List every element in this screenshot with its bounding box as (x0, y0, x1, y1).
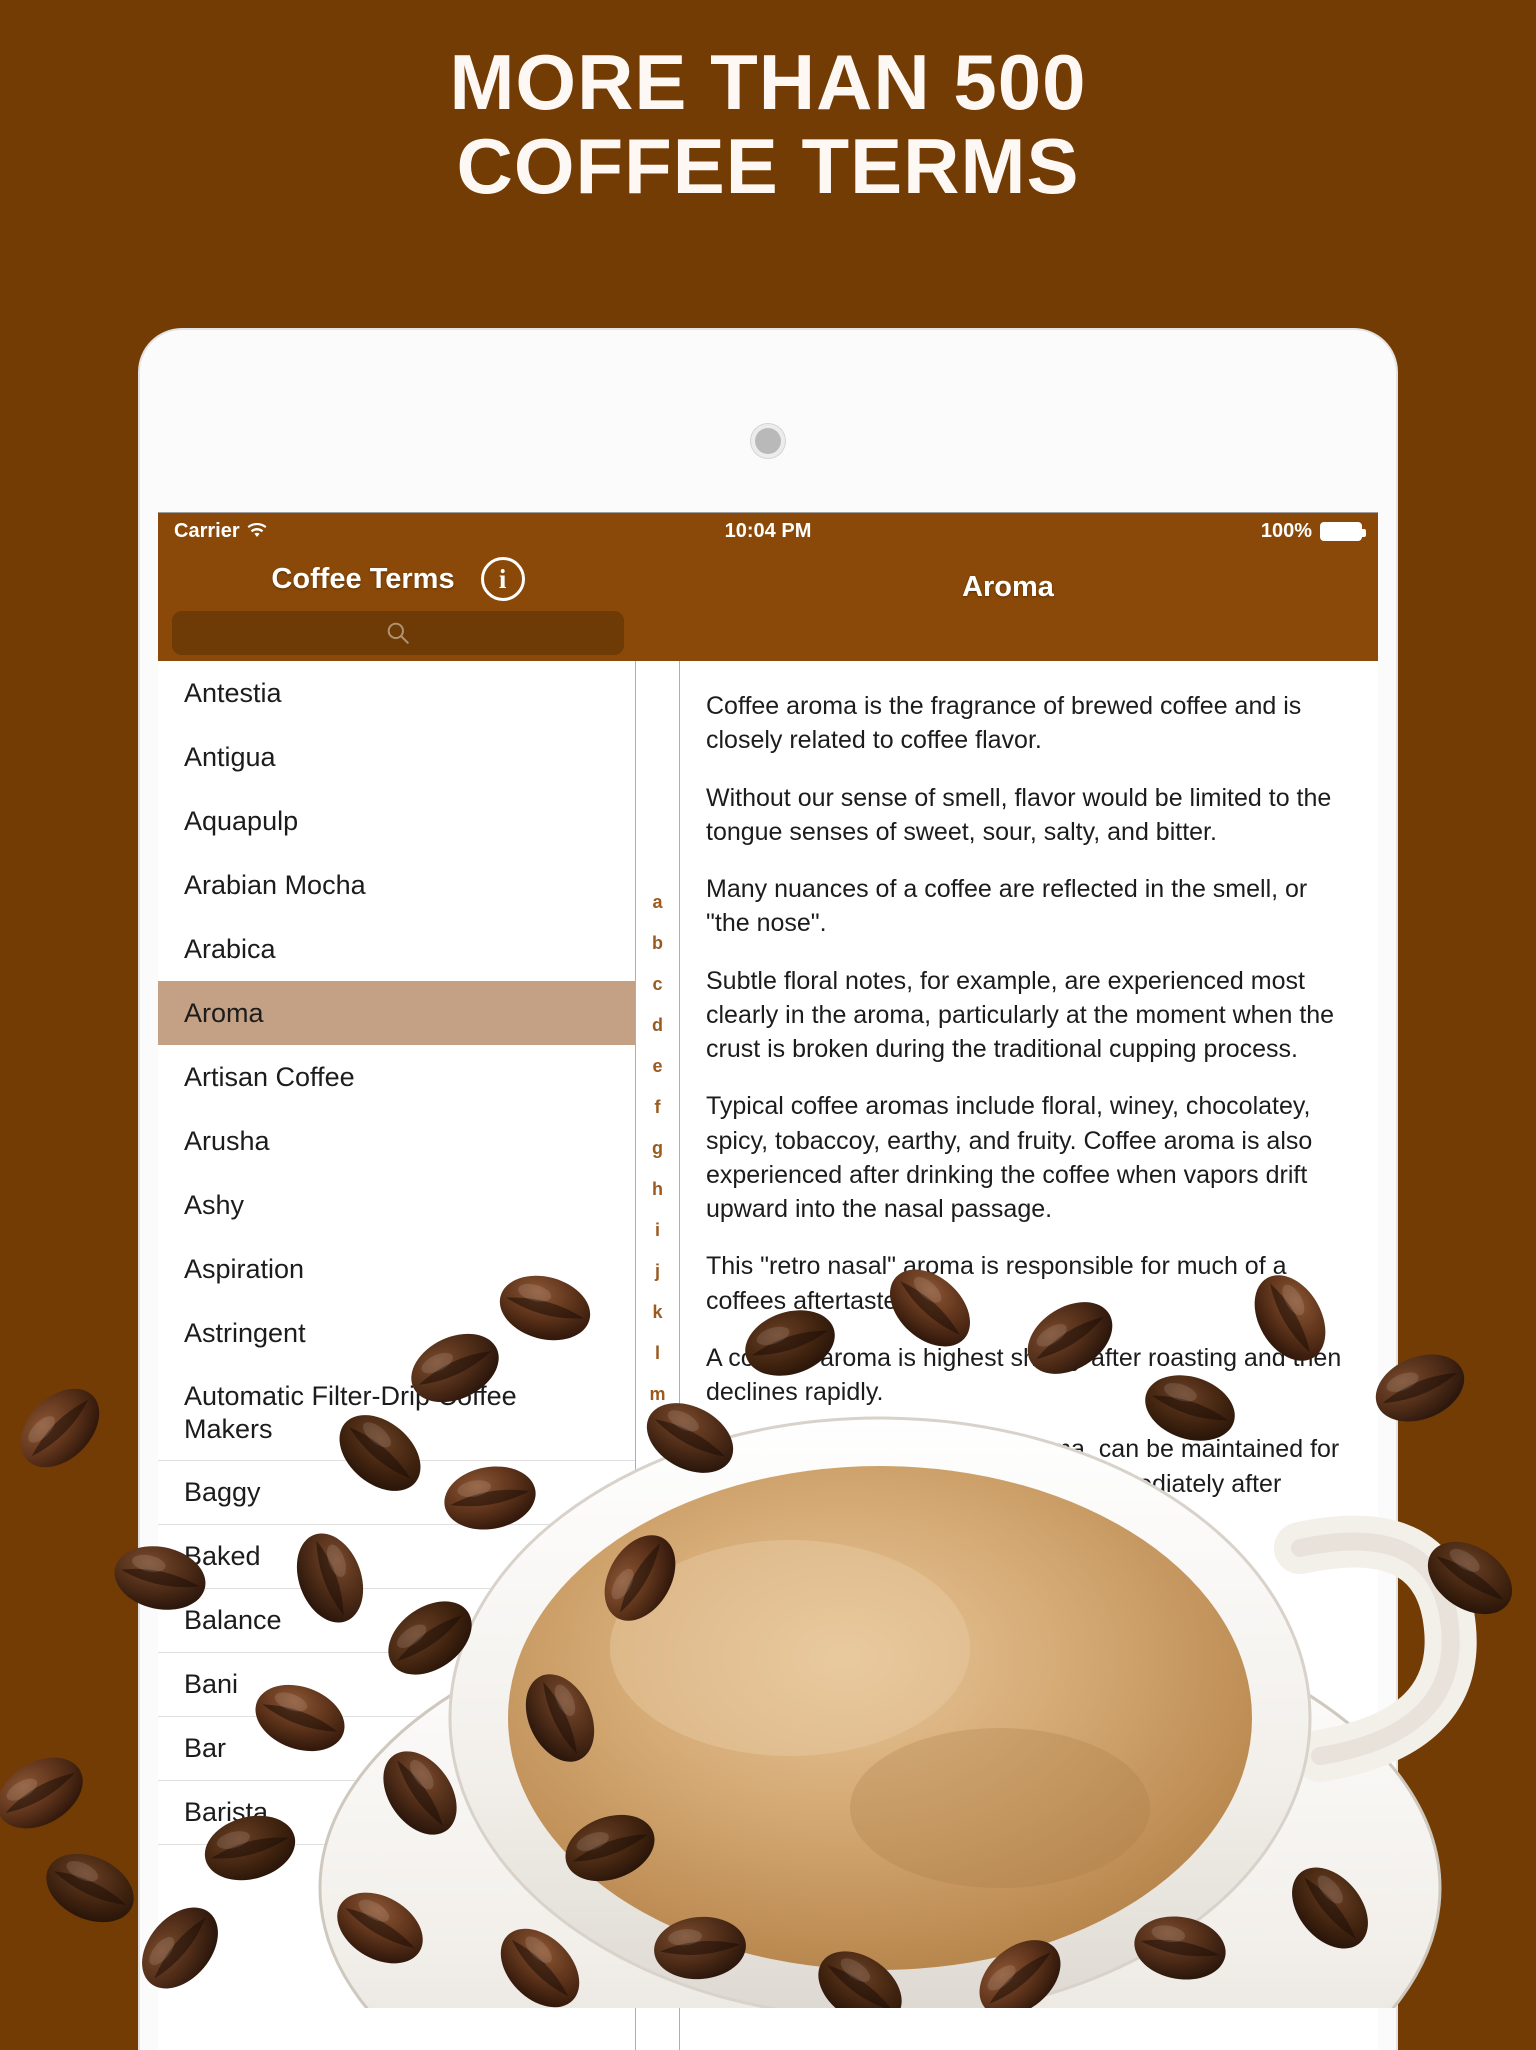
device-screen: Carrier 10:04 PM 100% Coffee Terms i Aro… (158, 512, 1378, 2050)
status-bar: Carrier 10:04 PM 100% (158, 513, 1378, 549)
detail-paragraph: Subtle floral notes, for example, are ex… (706, 966, 1335, 1064)
list-item[interactable]: Antestia (158, 661, 635, 725)
detail-paragraph: Typical coffee aromas include floral, wi… (706, 1092, 1313, 1223)
status-bar-right: 100% (1260, 519, 1366, 543)
list-item[interactable]: Aroma (158, 981, 635, 1045)
battery-percent-label: 100% (1260, 519, 1312, 542)
detail-paragraph: Coffee aroma is the fragrance of brewed … (706, 692, 1302, 755)
detail-paragraph: Without our sense of smell, flavor would… (706, 783, 1332, 846)
index-letter[interactable]: u (652, 1713, 663, 1731)
index-letter[interactable]: m (649, 1385, 665, 1403)
detail-paragraph: Many nuances of a coffee are reflected i… (706, 875, 1308, 938)
nav-bar: Coffee Terms i Aroma (158, 549, 1378, 661)
index-letter[interactable]: j (655, 1262, 660, 1280)
list-item[interactable]: Artisan Coffee (158, 1045, 635, 1109)
battery-full-icon (1320, 521, 1366, 541)
list-item[interactable]: Barista (158, 1781, 635, 1845)
index-letter[interactable]: s (652, 1631, 662, 1649)
detail-paragraph: A coffee's aroma is highest shortly afte… (706, 1343, 1342, 1406)
list-item[interactable]: Bar (158, 1717, 635, 1781)
index-letter[interactable]: a (652, 893, 662, 911)
home-button[interactable] (755, 428, 781, 454)
list-item[interactable]: Balance (158, 1589, 635, 1653)
index-letter[interactable]: b (652, 934, 663, 952)
page-title: Coffee Terms (271, 562, 455, 595)
promo-headline: MORE THAN 500 COFFEE TERMS (0, 38, 1536, 211)
list-item[interactable]: Baked (158, 1525, 635, 1589)
index-letter[interactable]: i (655, 1221, 660, 1239)
tablet-device: Carrier 10:04 PM 100% Coffee Terms i Aro… (140, 330, 1396, 2050)
detail-paragraph: Coffee freshness, including aroma, can b… (706, 1435, 1340, 1532)
index-letter[interactable]: l (655, 1344, 660, 1362)
alphabet-index-strip[interactable]: a b c d e f g h i j k l m n o p q r s t u (636, 661, 680, 2050)
index-letter[interactable]: r (654, 1590, 661, 1608)
promo-headline-line2: COFFEE TERMS (456, 122, 1080, 211)
list-item[interactable]: Baggy (158, 1461, 635, 1525)
carrier-label: Carrier (174, 519, 240, 542)
search-icon (387, 622, 409, 644)
list-item[interactable]: Astringent (158, 1301, 635, 1365)
list-item[interactable]: Ashy (158, 1173, 635, 1237)
status-bar-time: 10:04 PM (724, 519, 812, 542)
detail-title: Aroma (962, 571, 1054, 603)
list-item[interactable]: Aquapulp (158, 789, 635, 853)
index-letter[interactable]: n (652, 1426, 663, 1444)
index-letter[interactable]: c (652, 975, 662, 993)
list-item[interactable]: Arusha (158, 1109, 635, 1173)
nav-bar-left-row: Coffee Terms i (271, 557, 525, 601)
list-item[interactable]: Antigua (158, 725, 635, 789)
list-item[interactable]: Aspiration (158, 1237, 635, 1301)
index-letter[interactable]: d (652, 1016, 663, 1034)
index-letter[interactable]: p (652, 1508, 663, 1526)
nav-bar-left: Coffee Terms i (158, 549, 638, 661)
index-letter[interactable]: h (652, 1180, 663, 1198)
detail-pane: Coffee aroma is the fragrance of brewed … (680, 661, 1378, 2050)
nav-bar-right: Aroma (638, 549, 1378, 661)
list-item[interactable]: Bani (158, 1653, 635, 1717)
status-bar-left: Carrier (174, 520, 267, 543)
list-item[interactable]: Arabica (158, 917, 635, 981)
wifi-icon (247, 523, 267, 537)
index-letter[interactable]: t (655, 1672, 661, 1690)
index-letter[interactable]: o (652, 1467, 663, 1485)
index-letter[interactable]: q (652, 1549, 663, 1567)
detail-paragraph: This "retro nasal" aroma is responsible … (706, 1252, 1287, 1315)
promo-headline-line1: MORE THAN 500 (449, 38, 1087, 126)
index-letter[interactable]: f (655, 1098, 661, 1116)
main-content: Antestia Antigua Aquapulp Arabian Mocha Arab… (158, 661, 1378, 2050)
info-icon[interactable]: i (480, 557, 525, 601)
list-item[interactable]: Arabian Mocha (158, 853, 635, 917)
search-input[interactable] (172, 611, 624, 655)
index-letter[interactable]: k (652, 1303, 662, 1321)
index-letter[interactable]: e (652, 1057, 662, 1075)
term-list[interactable]: Antestia Antigua Aquapulp Arabian Mocha Arab… (158, 661, 636, 2050)
index-letter[interactable]: g (652, 1139, 663, 1157)
list-item[interactable]: Automatic Filter-Drip Coffee Makers (158, 1365, 635, 1461)
